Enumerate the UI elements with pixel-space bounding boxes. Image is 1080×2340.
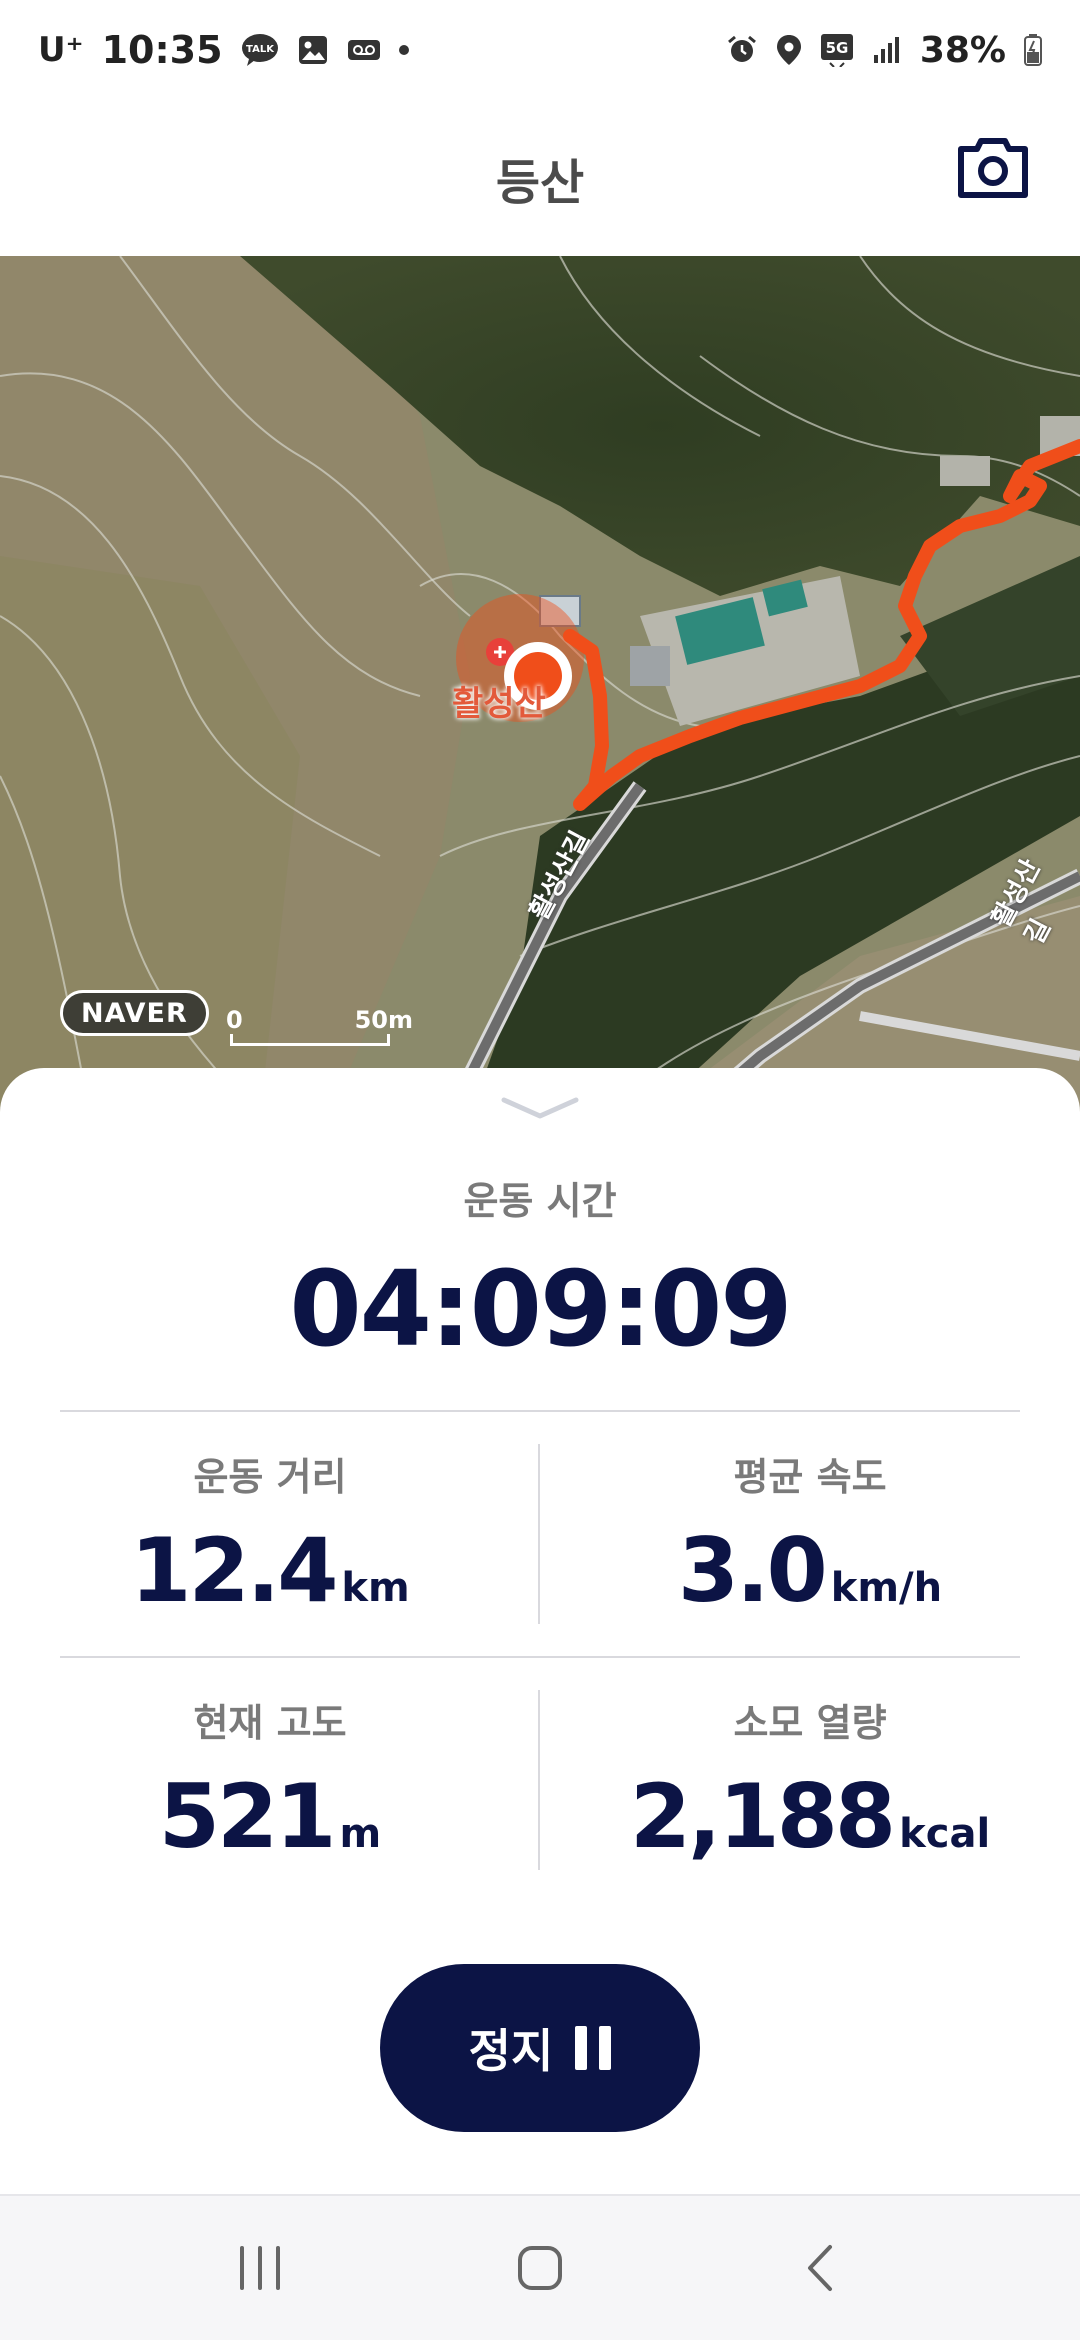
- stat-value: 3.0: [677, 1519, 828, 1622]
- divider: [60, 1656, 1020, 1658]
- home-button[interactable]: [490, 2218, 590, 2318]
- location-icon: [776, 34, 802, 66]
- stat-label: 소모 열량: [733, 1701, 887, 1745]
- back-button[interactable]: [770, 2218, 870, 2318]
- voicemail-icon: [347, 39, 381, 61]
- stat-label: 운동 거리: [193, 1455, 347, 1499]
- dot-icon: [398, 45, 409, 55]
- route-map[interactable]: 활성산 활성산길 활성산길 NAVER 0 50m: [0, 256, 1080, 1116]
- signal-icon: [872, 35, 902, 65]
- workout-stats-sheet: 운동 시간 04:09:09 운동 거리 12.4 km 평균 속도 3.0 k…: [0, 1068, 1080, 2194]
- 5g-icon: 5G: [820, 33, 854, 67]
- stat-value: 2,188: [629, 1765, 896, 1868]
- stat-unit: km/h: [830, 1565, 943, 1611]
- status-bar: U⁺ 10:35 TALK 5G 38%: [0, 0, 1080, 100]
- chevron-down-icon: [501, 1097, 579, 1119]
- home-icon: [518, 2246, 562, 2290]
- battery-icon: [1024, 34, 1042, 66]
- recent-apps-icon: [240, 2246, 280, 2290]
- stop-button-label: 정지: [468, 2024, 554, 2078]
- naver-logo[interactable]: NAVER: [60, 990, 209, 1036]
- divider: [60, 1410, 1020, 1412]
- stop-button[interactable]: 정지: [380, 1964, 700, 2132]
- stat-calories: 소모 열량 2,188 kcal: [540, 1692, 1080, 1868]
- sheet-collapse-handle[interactable]: [500, 1096, 580, 1120]
- scale-max-label: 50m: [354, 1006, 413, 1034]
- gallery-icon: [297, 34, 329, 66]
- stat-value: 12.4: [130, 1519, 338, 1622]
- workout-time-value: 04:09:09: [289, 1248, 792, 1370]
- stat-unit: km: [341, 1565, 410, 1611]
- stat-average-speed: 평균 속도 3.0 km/h: [540, 1446, 1080, 1622]
- svg-text:5G: 5G: [825, 39, 848, 57]
- battery-percent: 38%: [919, 29, 1006, 71]
- svg-text:TALK: TALK: [246, 44, 275, 55]
- map-poi-label: 활성산: [452, 684, 546, 724]
- stat-value: 521: [158, 1765, 337, 1868]
- recent-apps-button[interactable]: [210, 2218, 310, 2318]
- stat-unit: kcal: [899, 1811, 991, 1857]
- kakaotalk-icon: TALK: [241, 33, 279, 67]
- stat-label: 현재 고도: [193, 1701, 347, 1745]
- workout-time-label: 운동 시간: [463, 1179, 617, 1223]
- camera-icon: [958, 138, 1028, 198]
- stat-unit: m: [339, 1811, 382, 1857]
- pause-icon: [575, 2026, 612, 2070]
- carrier-label: U⁺: [38, 30, 84, 70]
- system-nav-bar: [0, 2194, 1080, 2340]
- scale-bar-line: [230, 1034, 390, 1046]
- status-time: 10:35: [101, 28, 223, 72]
- page-title: 등산: [495, 155, 585, 211]
- back-icon: [808, 2245, 832, 2291]
- stat-label: 평균 속도: [733, 1455, 887, 1499]
- map-scale-bar: 0 50m: [226, 1006, 413, 1046]
- stat-distance: 운동 거리 12.4 km: [0, 1446, 540, 1622]
- camera-button[interactable]: [956, 134, 1030, 202]
- alarm-icon: [726, 34, 758, 66]
- scale-min-label: 0: [226, 1006, 243, 1034]
- stat-altitude: 현재 고도 521 m: [0, 1692, 540, 1868]
- app-header: 등산: [0, 100, 1080, 256]
